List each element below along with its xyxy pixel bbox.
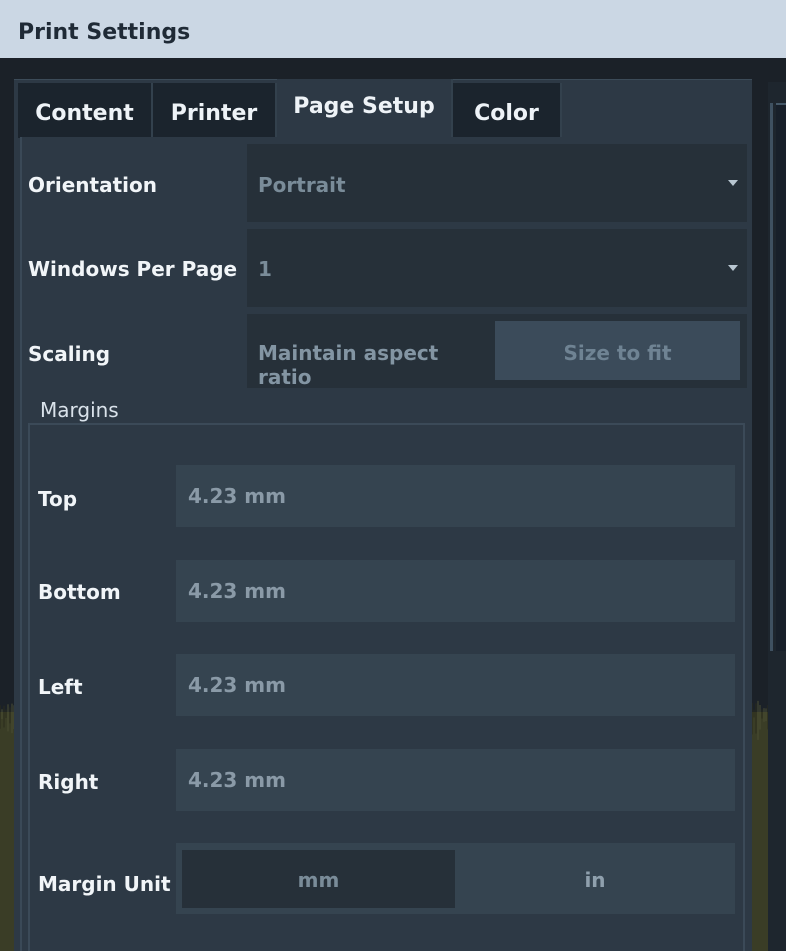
margin-unit-option-mm[interactable]: mm xyxy=(182,850,455,908)
scaling-toggle[interactable]: Maintain aspect ratio Size to fit xyxy=(247,314,747,389)
right-margin-label: Right xyxy=(38,770,99,794)
window-title: Print Settings xyxy=(0,0,786,58)
margin-unit-label: Margin Unit xyxy=(38,872,171,896)
chevron-down-icon xyxy=(728,180,738,186)
windows-per-page-value: 1 xyxy=(258,257,272,281)
scaling-option-maintain-aspect[interactable]: Maintain aspect ratio xyxy=(247,314,495,389)
right-margin-input[interactable]: 4.23 mm xyxy=(176,749,735,811)
top-margin-input[interactable]: 4.23 mm xyxy=(176,465,735,527)
tab-printer[interactable]: Printer xyxy=(153,83,277,138)
orientation-dropdown[interactable]: Portrait xyxy=(247,144,747,222)
tab-content[interactable]: Content xyxy=(18,83,153,138)
left-margin-label: Left xyxy=(38,675,83,699)
right-panel-divider xyxy=(770,103,773,651)
tab-color[interactable]: Color xyxy=(453,83,562,138)
orientation-label: Orientation xyxy=(28,173,157,197)
bottom-margin-input[interactable]: 4.23 mm xyxy=(176,560,735,622)
scaling-option-size-to-fit[interactable]: Size to fit xyxy=(495,321,740,380)
top-margin-label: Top xyxy=(38,487,78,511)
scaling-label: Scaling xyxy=(28,342,111,366)
left-margin-input[interactable]: 4.23 mm xyxy=(176,654,735,716)
margin-unit-option-in[interactable]: in xyxy=(455,843,735,914)
windows-per-page-label: Windows Per Page xyxy=(28,257,238,281)
margins-title: Margins xyxy=(40,398,119,422)
chevron-down-icon xyxy=(728,265,738,271)
orientation-value: Portrait xyxy=(258,173,346,197)
tab-page-setup[interactable]: Page Setup xyxy=(277,79,453,137)
right-panel-content xyxy=(776,103,786,651)
tab-bar: Content Printer Page Setup Color xyxy=(14,79,752,138)
bottom-margin-label: Bottom xyxy=(38,580,121,604)
margin-unit-toggle[interactable]: mm in xyxy=(176,843,735,914)
windows-per-page-dropdown[interactable]: 1 xyxy=(247,229,747,307)
